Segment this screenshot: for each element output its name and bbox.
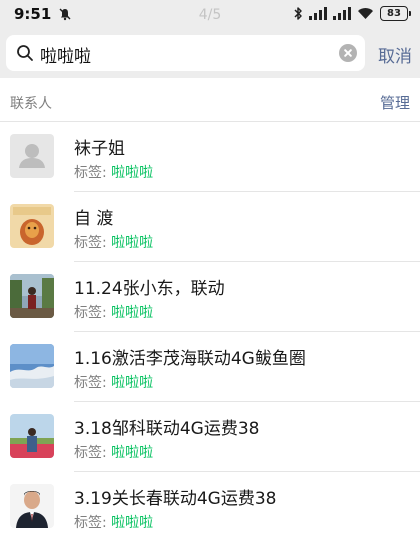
tag-line: 标签: 啦啦啦 [74,232,153,252]
signal-icon [309,7,327,20]
list-item[interactable]: 自 渡 标签: 啦啦啦 [0,192,420,262]
tag-value: 啦啦啦 [111,305,154,321]
avatar [10,484,54,528]
signal-icon [333,7,351,20]
tag-line: 标签: 啦啦啦 [74,302,153,322]
search-bar: 啦啦啦 取消 [0,30,420,78]
wifi-icon [358,8,373,19]
tag-label: 标签: [74,165,107,181]
tag-label: 标签: [74,445,107,461]
avatar [10,204,54,248]
tag-line: 标签: 啦啦啦 [74,372,153,392]
manage-button[interactable]: 管理 [380,92,410,113]
list-item[interactable]: 11.24张小东，联动 标签: 啦啦啦 [0,262,420,332]
avatar [10,344,54,388]
tag-value: 啦啦啦 [111,445,154,461]
battery-level: 83 [387,8,401,19]
section-title: 联系人 [10,96,52,112]
tag-value: 啦啦啦 [111,235,154,251]
list-item[interactable]: 1.16激活李茂海联动4G鲅鱼圈 标签: 啦啦啦 [0,332,420,402]
search-icon [17,45,33,61]
avatar [10,414,54,458]
contact-name: 3.18邹科联动4G运费38 [74,419,260,439]
tag-label: 标签: [74,235,107,251]
tag-label: 标签: [74,305,107,321]
clear-icon[interactable] [339,44,357,62]
list-item[interactable]: 袜子姐 标签: 啦啦啦 [0,122,420,192]
contact-name: 11.24张小东，联动 [74,279,225,299]
section-header: 联系人 管理 [0,78,420,122]
bluetooth-icon [294,7,302,20]
cancel-button[interactable]: 取消 [378,42,412,67]
list-item[interactable]: 3.19关长春联动4G运费38 标签: 啦啦啦 [0,472,420,540]
tag-line: 标签: 啦啦啦 [74,442,153,462]
battery-icon: 83 [380,6,411,21]
tag-value: 啦啦啦 [111,515,154,531]
tag-value: 啦啦啦 [111,375,154,391]
status-bar: 9:51 4/5 83 [0,0,420,30]
tag-line: 标签: 啦啦啦 [74,162,153,182]
tag-label: 标签: [74,375,107,391]
tag-label: 标签: [74,515,107,531]
tag-value: 啦啦啦 [111,165,154,181]
contact-name: 自 渡 [74,209,114,229]
contact-name: 1.16激活李茂海联动4G鲅鱼圈 [74,349,306,369]
status-icons: 83 [294,6,411,21]
tag-line: 标签: 啦啦啦 [74,512,153,532]
search-query: 啦啦啦 [40,47,91,67]
avatar [10,274,54,318]
list-item[interactable]: 3.18邹科联动4G运费38 标签: 啦啦啦 [0,402,420,472]
contact-name: 袜子姐 [74,139,125,159]
contact-name: 3.19关长春联动4G运费38 [74,489,277,509]
contact-list: 袜子姐 标签: 啦啦啦 自 渡 标签: 啦啦啦 11.24张小东，联动 标签: … [0,122,420,540]
avatar [10,134,54,178]
search-input[interactable]: 啦啦啦 [6,35,365,71]
